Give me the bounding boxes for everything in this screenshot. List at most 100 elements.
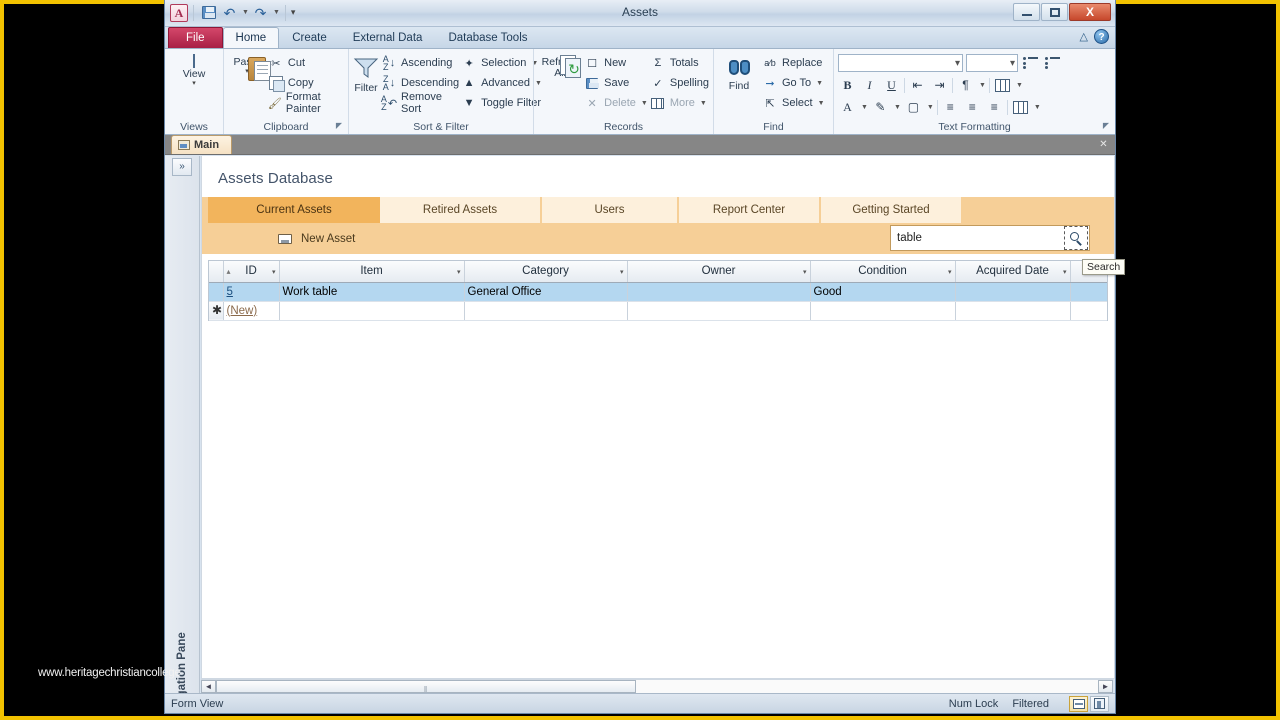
increase-indent-button[interactable]: ⇥: [930, 76, 949, 95]
gridlines-button[interactable]: [993, 76, 1012, 95]
row-selector[interactable]: [209, 282, 224, 302]
select-button[interactable]: ⇱ Select ▼: [760, 93, 825, 113]
document-tab-main[interactable]: Main: [171, 135, 233, 154]
minimize-button[interactable]: [1013, 3, 1040, 21]
descending-button[interactable]: Z A ↓ Descending: [379, 73, 459, 93]
new-record-row[interactable]: ✱ (New): [209, 301, 1107, 321]
cell-id[interactable]: 5: [223, 282, 280, 302]
text-direction-dropdown-icon[interactable]: ▼: [979, 82, 986, 89]
underline-button[interactable]: U: [882, 76, 901, 95]
new-asset-button[interactable]: New Asset: [278, 233, 355, 245]
expand-navigation-pane-button[interactable]: »: [172, 158, 192, 176]
font-size-select[interactable]: ▾: [966, 54, 1018, 72]
ascending-button[interactable]: A Z ↓ Ascending: [379, 53, 459, 73]
scroll-left-button[interactable]: ◄: [201, 680, 216, 693]
column-header-item[interactable]: Item ▾: [279, 261, 465, 283]
alternate-fill-button[interactable]: [1011, 98, 1030, 117]
close-button[interactable]: X: [1069, 3, 1111, 21]
fill-color-button[interactable]: ▢: [904, 98, 923, 117]
cell-acquired-date[interactable]: [955, 282, 1071, 302]
align-center-button[interactable]: ≡: [963, 98, 982, 117]
font-color-dropdown-icon[interactable]: ▼: [861, 104, 868, 111]
copy-button[interactable]: Copy: [266, 73, 344, 93]
column-header-condition[interactable]: Condition ▾: [810, 261, 956, 283]
cell-item[interactable]: Work table: [279, 282, 465, 302]
font-name-select[interactable]: ▾: [838, 54, 963, 72]
alternate-fill-dropdown-icon[interactable]: ▼: [1034, 104, 1041, 111]
column-filter-icon-condition[interactable]: ▾: [948, 268, 952, 276]
form-tab-current-assets[interactable]: Current Assets: [208, 197, 380, 223]
scroll-right-button[interactable]: ►: [1098, 680, 1113, 693]
column-header-category[interactable]: Category ▾: [464, 261, 628, 283]
find-button[interactable]: Find: [718, 53, 760, 92]
ribbon-tab-file[interactable]: File: [168, 27, 223, 48]
form-tab-report-center[interactable]: Report Center: [679, 197, 819, 223]
new-row-category-cell[interactable]: [464, 301, 628, 321]
ribbon-tab-database-tools[interactable]: Database Tools: [435, 27, 540, 48]
save-record-button[interactable]: Save: [582, 73, 648, 93]
ribbon-tab-external-data[interactable]: External Data: [340, 27, 436, 48]
toggle-filter-button[interactable]: ▼ Toggle Filter: [459, 93, 542, 113]
form-tab-getting-started[interactable]: Getting Started: [821, 197, 961, 223]
scrollbar-track[interactable]: ‖: [216, 680, 1098, 694]
font-color-button[interactable]: A: [838, 98, 857, 117]
more-dropdown-icon[interactable]: ▼: [700, 100, 707, 107]
replace-button[interactable]: a⁄b Replace: [760, 53, 825, 73]
decrease-indent-button[interactable]: ⇤: [908, 76, 927, 95]
maximize-button[interactable]: [1041, 3, 1068, 21]
cell-current-value[interactable]: [1070, 282, 1107, 302]
column-filter-icon-owner[interactable]: ▾: [803, 268, 807, 276]
align-left-button[interactable]: ≡: [941, 98, 960, 117]
search-button[interactable]: [1064, 226, 1088, 250]
highlight-dropdown-icon[interactable]: ▼: [894, 104, 901, 111]
new-row-selector[interactable]: ✱: [209, 301, 224, 321]
new-row-id-cell[interactable]: (New): [223, 301, 280, 321]
delete-dropdown-icon[interactable]: ▼: [641, 100, 648, 107]
italic-button[interactable]: I: [860, 76, 879, 95]
filter-button[interactable]: Filter: [353, 53, 379, 94]
new-record-button[interactable]: ☐ New: [582, 53, 648, 73]
view-button[interactable]: View ▾: [169, 53, 219, 87]
remove-sort-button[interactable]: A Z ↶ Remove Sort: [379, 91, 459, 115]
select-dropdown-icon[interactable]: ▼: [818, 100, 825, 107]
status-filtered[interactable]: Filtered: [1012, 698, 1049, 710]
clipboard-dialog-launcher-icon[interactable]: ◤: [336, 119, 342, 133]
new-row-acquired-date-cell[interactable]: [955, 301, 1071, 321]
more-button[interactable]: More ▼: [648, 93, 709, 113]
delete-record-button[interactable]: ✕ Delete ▼: [582, 93, 648, 113]
go-to-dropdown-icon[interactable]: ▼: [816, 80, 823, 87]
select-all-header[interactable]: [209, 261, 224, 283]
new-row-condition-cell[interactable]: [810, 301, 956, 321]
align-right-button[interactable]: ≡: [985, 98, 1004, 117]
text-formatting-dialog-launcher-icon[interactable]: ◤: [1103, 119, 1109, 133]
text-direction-button[interactable]: ¶: [956, 76, 975, 95]
format-painter-button[interactable]: 🖌 Format Painter: [266, 91, 344, 115]
cell-category[interactable]: General Office: [464, 282, 628, 302]
go-to-button[interactable]: ➞ Go To ▼: [760, 73, 825, 93]
navigation-pane[interactable]: » Navigation Pane: [165, 156, 200, 713]
column-header-acquired-date[interactable]: Acquired Date ▾: [955, 261, 1071, 283]
selection-button[interactable]: ✦ Selection ▼: [459, 53, 542, 73]
column-filter-icon-item[interactable]: ▾: [457, 268, 461, 276]
ribbon-tab-home[interactable]: Home: [222, 27, 280, 48]
refresh-all-button[interactable]: ↻ Refresh All: [538, 53, 582, 79]
column-filter-icon-id[interactable]: ▾: [272, 268, 276, 276]
horizontal-scrollbar[interactable]: ◄ ‖ ►: [201, 679, 1113, 694]
spelling-button[interactable]: ✓ Spelling: [648, 73, 709, 93]
bold-button[interactable]: B: [838, 76, 857, 95]
advanced-button[interactable]: ▲ Advanced ▼: [459, 73, 542, 93]
fill-color-dropdown-icon[interactable]: ▼: [927, 104, 934, 111]
bulleted-list-button[interactable]: [1021, 54, 1040, 73]
cut-button[interactable]: ✂ Cut: [266, 53, 344, 73]
numbered-list-button[interactable]: [1043, 54, 1062, 73]
paste-button[interactable]: Paste ▾: [228, 53, 271, 81]
close-document-icon[interactable]: ✕: [1097, 138, 1110, 151]
column-filter-icon-category[interactable]: ▾: [620, 268, 624, 276]
view-dropdown-icon[interactable]: ▾: [192, 80, 196, 87]
gridlines-dropdown-icon[interactable]: ▼: [1016, 82, 1023, 89]
layout-view-button[interactable]: [1090, 695, 1109, 712]
new-row-current-value-cell[interactable]: [1070, 301, 1107, 321]
form-tab-retired-assets[interactable]: Retired Assets: [380, 197, 540, 223]
new-row-item-cell[interactable]: [279, 301, 465, 321]
new-row-owner-cell[interactable]: [627, 301, 811, 321]
